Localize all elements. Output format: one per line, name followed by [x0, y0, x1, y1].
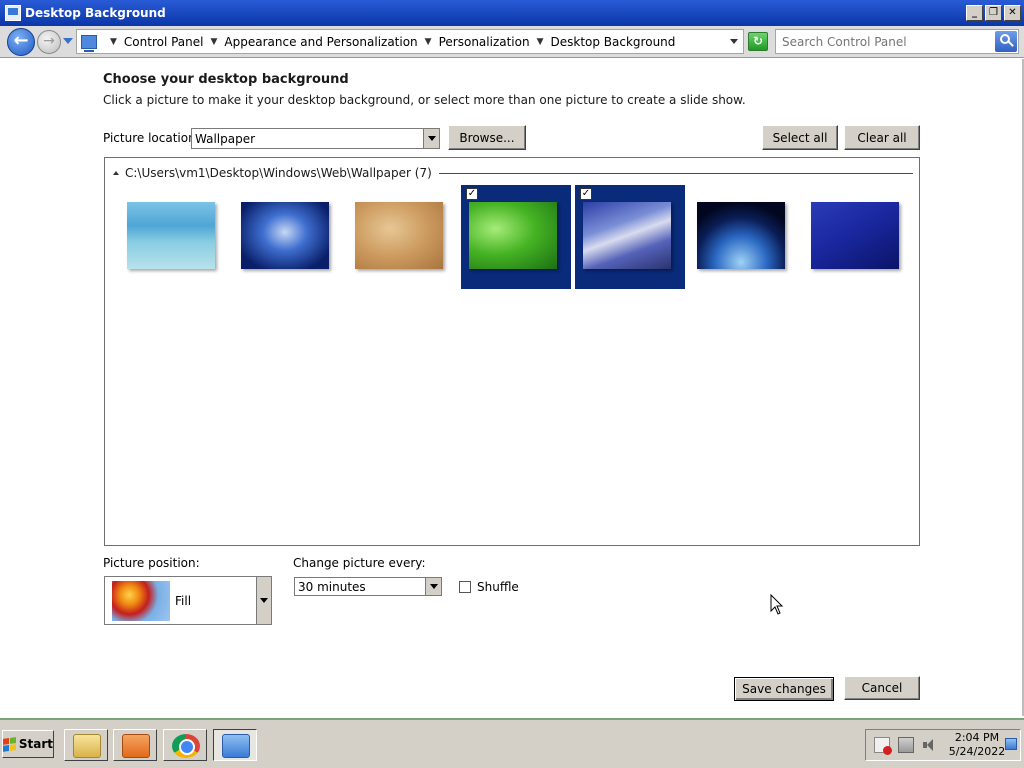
breadcrumb[interactable]: ▼ Control Panel ▼ Appearance and Persona… [76, 29, 744, 54]
shuffle-checkbox[interactable]: Shuffle [459, 580, 519, 594]
thumbnail-checkbox[interactable]: ✓ [580, 188, 592, 200]
save-changes-button[interactable]: Save changes [734, 677, 834, 701]
checkbox-box[interactable] [459, 581, 471, 593]
control-panel-icon [222, 734, 250, 758]
clock[interactable]: 2:04 PM 5/24/2022 [948, 731, 1006, 759]
action-center-icon[interactable] [874, 737, 892, 755]
start-label: Start [18, 737, 53, 751]
chevron-down-icon[interactable]: ▼ [537, 37, 544, 47]
close-button[interactable]: ✕ [1004, 5, 1021, 21]
wallpaper-thumbnail[interactable] [675, 185, 785, 289]
wallpaper-thumbnail[interactable] [105, 185, 215, 289]
control-panel-icon [5, 5, 21, 21]
divider [438, 172, 913, 174]
breadcrumb-desktop-background[interactable]: Desktop Background [551, 35, 676, 49]
picture-location-select[interactable]: Wallpaper [191, 128, 440, 149]
minimize-button[interactable]: _ [966, 5, 983, 21]
taskbar-explorer[interactable] [64, 729, 108, 761]
clock-time: 2:04 PM [954, 731, 1000, 744]
chevron-down-icon[interactable]: ▼ [425, 37, 432, 47]
chevron-down-icon[interactable] [425, 578, 441, 595]
wallpaper-image [583, 202, 671, 269]
wallpaper-image [469, 202, 557, 269]
gallery-group-path: C:\Users\vm1\Desktop\Windows\Web\Wallpap… [125, 166, 432, 180]
refresh-button[interactable]: ↻ [748, 32, 768, 51]
chevron-down-icon[interactable] [423, 129, 439, 148]
start-button[interactable]: Start [2, 730, 54, 758]
network-icon[interactable] [898, 737, 914, 753]
chrome-icon [172, 734, 200, 758]
picture-position-preview [112, 581, 170, 621]
picture-position-label: Picture position: [103, 556, 200, 570]
search-button[interactable] [995, 31, 1017, 52]
taskbar-media-player[interactable] [113, 729, 157, 761]
thumbnail-checkbox[interactable]: ✓ [466, 188, 478, 200]
windows-logo-icon [3, 736, 16, 752]
control-panel-icon [81, 34, 97, 52]
wallpaper-image [127, 202, 215, 269]
picture-gallery: C:\Users\vm1\Desktop\Windows\Web\Wallpap… [104, 157, 920, 546]
picture-location-value: Wallpaper [195, 131, 256, 146]
cancel-button[interactable]: Cancel [844, 676, 920, 700]
chevron-down-icon[interactable] [256, 577, 271, 624]
recent-pages-dropdown-icon[interactable] [63, 38, 73, 44]
wallpaper-image [811, 202, 899, 269]
address-dropdown-icon[interactable] [730, 39, 738, 44]
clock-date: 5/24/2022 [948, 745, 1006, 758]
page-description: Click a picture to make it your desktop … [103, 93, 746, 107]
wallpaper-thumbnail[interactable]: ✓ [575, 185, 685, 289]
title-bar: Desktop Background _ ❐ ✕ [0, 0, 1024, 26]
gallery-group-header[interactable]: C:\Users\vm1\Desktop\Windows\Web\Wallpap… [113, 166, 913, 180]
media-player-icon [122, 734, 150, 758]
browse-button[interactable]: Browse... [448, 125, 526, 150]
show-desktop-icon[interactable] [1005, 738, 1017, 750]
change-picture-label: Change picture every: [293, 556, 426, 570]
picture-position-value: Fill [175, 594, 192, 608]
breadcrumb-appearance[interactable]: Appearance and Personalization [224, 35, 417, 49]
chevron-down-icon[interactable]: ▼ [110, 37, 117, 47]
wallpaper-image [355, 202, 443, 269]
address-bar: ← → ▼ Control Panel ▼ Appearance and Per… [0, 26, 1024, 58]
taskbar-chrome[interactable] [163, 729, 207, 761]
search-box [775, 29, 1019, 54]
change-picture-value: 30 minutes [298, 579, 366, 594]
collapse-icon[interactable] [113, 171, 119, 175]
restore-button[interactable]: ❐ [985, 5, 1002, 21]
window-controls: _ ❐ ✕ [966, 5, 1021, 21]
system-tray: 2:04 PM 5/24/2022 [865, 729, 1021, 761]
main-content: Choose your desktop background Click a p… [0, 59, 1024, 716]
window-title: Desktop Background [25, 6, 166, 20]
wallpaper-thumbnail[interactable] [219, 185, 329, 289]
volume-icon[interactable] [922, 737, 938, 753]
back-button[interactable]: ← [7, 28, 35, 56]
picture-position-select[interactable]: Fill [104, 576, 272, 625]
search-input[interactable] [776, 34, 986, 49]
clear-all-button[interactable]: Clear all [844, 125, 920, 150]
wallpaper-thumbnail[interactable] [789, 185, 899, 289]
page-title: Choose your desktop background [103, 72, 349, 87]
select-all-button[interactable]: Select all [762, 125, 838, 150]
shuffle-label: Shuffle [477, 580, 519, 594]
wallpaper-image [241, 202, 329, 269]
wallpaper-thumbnail[interactable]: ✓ [461, 185, 571, 289]
folder-icon [73, 734, 101, 758]
wallpaper-thumbnail[interactable] [333, 185, 443, 289]
breadcrumb-personalization[interactable]: Personalization [439, 35, 530, 49]
chevron-down-icon[interactable]: ▼ [211, 37, 218, 47]
breadcrumb-control-panel[interactable]: Control Panel [124, 35, 204, 49]
change-picture-select[interactable]: 30 minutes [294, 577, 442, 596]
forward-button[interactable]: → [37, 30, 61, 54]
taskbar: Start 2:04 PM 5/24/2022 [0, 718, 1024, 768]
wallpaper-image [697, 202, 785, 269]
taskbar-control-panel[interactable] [213, 729, 257, 761]
mouse-cursor-icon [770, 594, 784, 615]
picture-location-label: Picture location: [103, 131, 200, 145]
